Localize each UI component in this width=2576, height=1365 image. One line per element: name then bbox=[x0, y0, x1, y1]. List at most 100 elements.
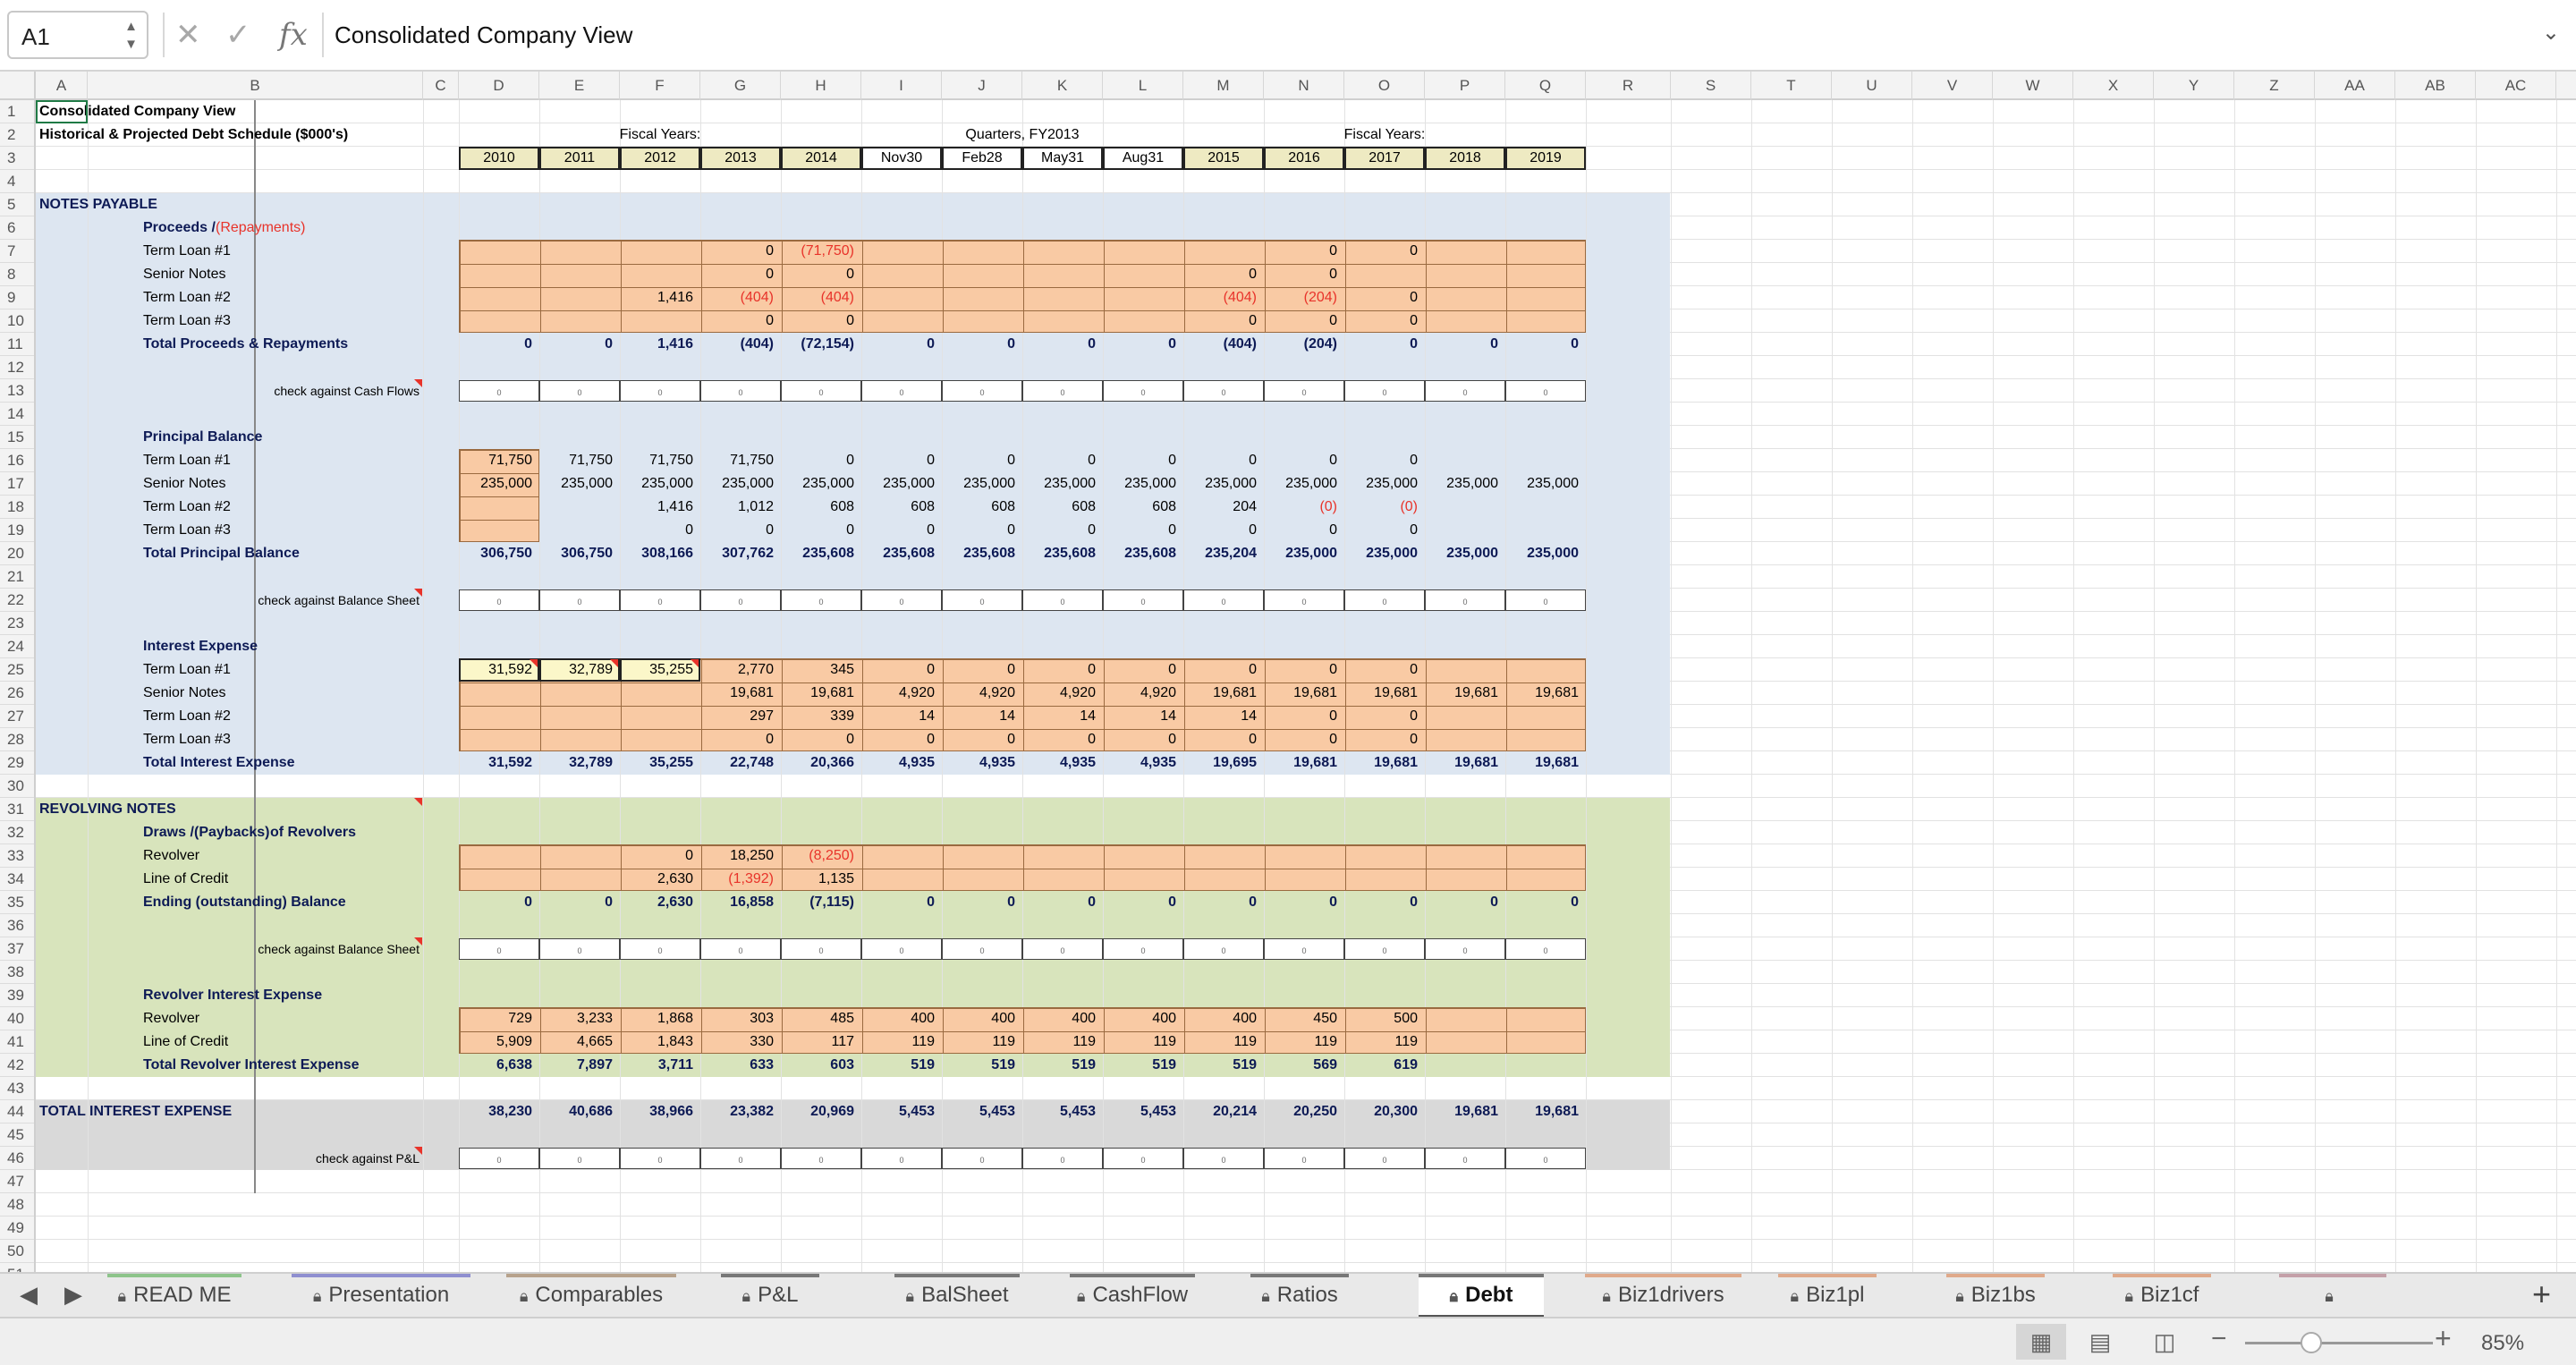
check-cell[interactable]: 0 bbox=[700, 589, 781, 611]
value-cell[interactable]: 4,935 bbox=[1103, 751, 1183, 775]
row-header-22[interactable]: 22 bbox=[0, 589, 34, 612]
value-cell[interactable]: 0 bbox=[1344, 286, 1425, 309]
value-cell[interactable]: 0 bbox=[1022, 519, 1103, 542]
check-cell[interactable]: 0 bbox=[1425, 1148, 1505, 1169]
value-cell[interactable]: 0 bbox=[1264, 309, 1344, 333]
value-cell[interactable]: 485 bbox=[781, 1007, 861, 1030]
column-header-v[interactable]: V bbox=[1912, 72, 1993, 100]
check-cell[interactable]: 0 bbox=[1022, 1148, 1103, 1169]
row-header-32[interactable]: 32 bbox=[0, 821, 34, 844]
value-cell[interactable]: 0 bbox=[942, 333, 1022, 356]
check-cell[interactable]: 0 bbox=[1425, 380, 1505, 402]
value-cell[interactable]: 32,789 bbox=[539, 751, 620, 775]
value-cell[interactable]: 235,608 bbox=[861, 542, 942, 565]
row-header-1[interactable]: 1 bbox=[0, 100, 34, 123]
column-header-r[interactable]: R bbox=[1586, 72, 1671, 100]
column-header-o[interactable]: O bbox=[1344, 72, 1425, 100]
value-cell[interactable]: 235,000 bbox=[781, 472, 861, 496]
column-header-j[interactable]: J bbox=[942, 72, 1022, 100]
value-cell[interactable]: 0 bbox=[1183, 891, 1264, 914]
value-cell[interactable]: 31,592 bbox=[459, 658, 539, 682]
value-cell[interactable]: 308,166 bbox=[620, 542, 700, 565]
value-cell[interactable]: 0 bbox=[700, 519, 781, 542]
row-header-46[interactable]: 46 bbox=[0, 1147, 34, 1170]
row-header-11[interactable]: 11 bbox=[0, 333, 34, 356]
column-header-e[interactable]: E bbox=[539, 72, 620, 100]
row-header-47[interactable]: 47 bbox=[0, 1170, 34, 1193]
page-layout-icon[interactable]: ▤ bbox=[2075, 1324, 2125, 1360]
value-cell[interactable]: 4,920 bbox=[942, 682, 1022, 705]
row-header-33[interactable]: 33 bbox=[0, 844, 34, 868]
expand-formula-bar-icon[interactable]: ⌄ bbox=[2542, 20, 2560, 46]
value-cell[interactable]: (72,154) bbox=[781, 333, 861, 356]
value-cell[interactable]: (0) bbox=[1344, 496, 1425, 519]
value-cell[interactable]: 0 bbox=[1103, 449, 1183, 472]
value-cell[interactable]: 0 bbox=[1425, 891, 1505, 914]
value-cell[interactable]: 0 bbox=[861, 891, 942, 914]
value-cell[interactable]: 71,750 bbox=[700, 449, 781, 472]
value-cell[interactable]: 71,750 bbox=[539, 449, 620, 472]
value-cell[interactable]: 297 bbox=[700, 705, 781, 728]
row-header-12[interactable]: 12 bbox=[0, 356, 34, 379]
column-header-g[interactable]: G bbox=[700, 72, 781, 100]
value-cell[interactable]: 20,250 bbox=[1264, 1100, 1344, 1123]
value-cell[interactable]: 235,000 bbox=[1344, 542, 1425, 565]
row-header-14[interactable]: 14 bbox=[0, 403, 34, 426]
value-cell[interactable]: 400 bbox=[1103, 1007, 1183, 1030]
tab-p-l[interactable]: 🔒︎ P&L bbox=[721, 1274, 819, 1318]
column-header-q[interactable]: Q bbox=[1505, 72, 1586, 100]
value-cell[interactable]: 0 bbox=[1344, 333, 1425, 356]
enter-icon[interactable]: ✓ bbox=[225, 13, 251, 57]
value-cell[interactable]: 4,920 bbox=[861, 682, 942, 705]
value-cell[interactable]: 3,233 bbox=[539, 1007, 620, 1030]
value-cell[interactable]: 400 bbox=[1183, 1007, 1264, 1030]
value-cell[interactable]: 306,750 bbox=[459, 542, 539, 565]
value-cell[interactable]: 0 bbox=[1103, 333, 1183, 356]
row-header-39[interactable]: 39 bbox=[0, 984, 34, 1007]
row-header-45[interactable]: 45 bbox=[0, 1123, 34, 1147]
value-cell[interactable]: 4,920 bbox=[1103, 682, 1183, 705]
tab-biz1pl[interactable]: 🔒︎ Biz1pl bbox=[1778, 1274, 1877, 1318]
value-cell[interactable]: 519 bbox=[1183, 1054, 1264, 1077]
value-cell[interactable]: 4,665 bbox=[539, 1030, 620, 1054]
value-cell[interactable]: 400 bbox=[1022, 1007, 1103, 1030]
value-cell[interactable]: 117 bbox=[781, 1030, 861, 1054]
value-cell[interactable]: 0 bbox=[1183, 519, 1264, 542]
value-cell[interactable]: 0 bbox=[700, 240, 781, 263]
value-cell[interactable]: 3,711 bbox=[620, 1054, 700, 1077]
value-cell[interactable]: 235,608 bbox=[1103, 542, 1183, 565]
value-cell[interactable]: 4,935 bbox=[1022, 751, 1103, 775]
value-cell[interactable]: 235,000 bbox=[1264, 472, 1344, 496]
column-header-n[interactable]: N bbox=[1264, 72, 1344, 100]
check-cell[interactable]: 0 bbox=[700, 1148, 781, 1169]
value-cell[interactable]: 16,858 bbox=[700, 891, 781, 914]
value-cell[interactable]: 0 bbox=[1183, 449, 1264, 472]
column-header-x[interactable]: X bbox=[2073, 72, 2154, 100]
value-cell[interactable]: 608 bbox=[861, 496, 942, 519]
row-header-5[interactable]: 5 bbox=[0, 193, 34, 216]
check-cell[interactable]: 0 bbox=[459, 1148, 539, 1169]
column-header-s[interactable]: S bbox=[1671, 72, 1751, 100]
row-header-30[interactable]: 30 bbox=[0, 775, 34, 798]
value-cell[interactable]: 235,000 bbox=[1264, 542, 1344, 565]
value-cell[interactable]: 235,000 bbox=[620, 472, 700, 496]
check-cell[interactable]: 0 bbox=[1344, 380, 1425, 402]
value-cell[interactable]: 0 bbox=[781, 728, 861, 751]
value-cell[interactable]: 22,748 bbox=[700, 751, 781, 775]
value-cell[interactable]: 0 bbox=[1264, 658, 1344, 682]
value-cell[interactable]: 1,416 bbox=[620, 286, 700, 309]
value-cell[interactable]: 519 bbox=[1022, 1054, 1103, 1077]
value-cell[interactable]: 0 bbox=[539, 891, 620, 914]
value-cell[interactable]: 0 bbox=[1183, 658, 1264, 682]
formula-input[interactable]: Consolidated Company View bbox=[335, 21, 632, 49]
value-cell[interactable]: 19,681 bbox=[1425, 682, 1505, 705]
select-all-corner[interactable] bbox=[0, 72, 36, 100]
row-header-40[interactable]: 40 bbox=[0, 1007, 34, 1030]
value-cell[interactable]: 31,592 bbox=[459, 751, 539, 775]
row-header-29[interactable]: 29 bbox=[0, 751, 34, 775]
check-cell[interactable]: 0 bbox=[781, 380, 861, 402]
value-cell[interactable]: 19,695 bbox=[1183, 751, 1264, 775]
check-cell[interactable]: 0 bbox=[539, 589, 620, 611]
check-cell[interactable]: 0 bbox=[942, 380, 1022, 402]
value-cell[interactable]: 0 bbox=[1344, 240, 1425, 263]
